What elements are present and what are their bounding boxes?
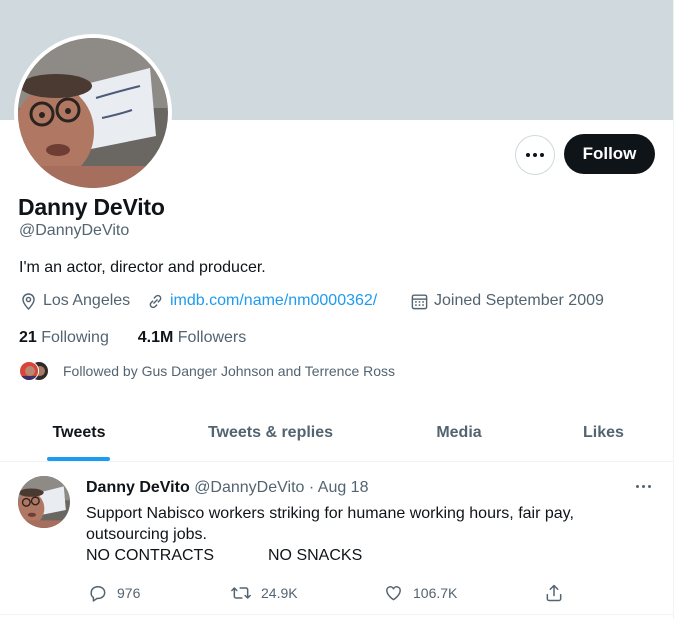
retweet-button[interactable]: 24.9K bbox=[230, 582, 298, 604]
profile-website: imdb.com/name/nm0000362/ bbox=[146, 291, 377, 311]
following-label: Following bbox=[41, 329, 109, 346]
tweet-text-line: NO SNACKS bbox=[268, 547, 363, 564]
tweet-card[interactable]: Danny DeVito @DannyDeVito · Aug 18 Suppo… bbox=[0, 462, 673, 615]
reply-button[interactable]: 976 bbox=[88, 582, 140, 604]
more-dots-icon bbox=[526, 153, 530, 157]
more-options-button[interactable] bbox=[515, 135, 555, 175]
followers-label: Followers bbox=[177, 329, 247, 346]
more-dots-icon bbox=[636, 485, 639, 488]
location-text: Los Angeles bbox=[43, 292, 131, 309]
followers-count: 4.1M bbox=[137, 329, 174, 346]
tweet-date[interactable]: Aug 18 bbox=[318, 479, 369, 496]
calendar-icon bbox=[411, 293, 428, 309]
profile-tabs: Tweets Tweets & replies Media Likes bbox=[0, 404, 673, 462]
active-tab-indicator bbox=[47, 457, 110, 461]
tweet-more-button[interactable] bbox=[636, 485, 651, 488]
column-divider bbox=[673, 0, 674, 619]
tweet-author-avatar[interactable] bbox=[18, 476, 70, 528]
map-pin-icon bbox=[22, 292, 35, 310]
profile-location: Los Angeles bbox=[19, 291, 130, 311]
heart-icon bbox=[386, 586, 401, 601]
profile-handle: @DannyDeVito bbox=[19, 222, 130, 239]
share-button[interactable] bbox=[544, 582, 573, 604]
link-icon bbox=[149, 294, 162, 308]
like-button[interactable]: 106.7K bbox=[383, 582, 457, 604]
followers-link[interactable]: 4.1M Followers bbox=[138, 329, 247, 346]
profile-avatar[interactable] bbox=[18, 38, 168, 188]
tweet-author-handle[interactable]: @DannyDeVito bbox=[194, 479, 304, 496]
follow-button[interactable]: Follow bbox=[564, 134, 655, 174]
profile-bio: I'm an actor, director and producer. bbox=[19, 259, 266, 276]
profile-name: Danny DeVito bbox=[18, 194, 165, 220]
tweet-header: Danny DeVito @DannyDeVito · Aug 18 bbox=[86, 479, 368, 497]
tweet-separator: · bbox=[308, 479, 315, 496]
avatar bbox=[19, 361, 39, 381]
tab-media[interactable]: Media bbox=[415, 404, 503, 461]
reply-icon bbox=[90, 586, 106, 602]
tweet-author-name[interactable]: Danny DeVito bbox=[86, 479, 190, 496]
following-count: 21 bbox=[19, 329, 37, 346]
tab-likes[interactable]: Likes bbox=[565, 404, 642, 461]
tweet-text-line: NO CONTRACTS bbox=[86, 547, 214, 564]
share-icon bbox=[546, 584, 562, 602]
follow-stats: 21 Following 4.1M Followers bbox=[19, 329, 246, 347]
retweet-count: 24.9K bbox=[261, 585, 298, 601]
joined-text: Joined September 2009 bbox=[434, 292, 604, 309]
tab-tweets-replies[interactable]: Tweets & replies bbox=[193, 404, 348, 461]
website-link[interactable]: imdb.com/name/nm0000362/ bbox=[170, 292, 377, 310]
followed-by-avatars[interactable] bbox=[19, 361, 53, 383]
reply-count: 976 bbox=[117, 585, 141, 601]
followed-by-text[interactable]: Followed by Gus Danger Johnson and Terre… bbox=[63, 363, 395, 379]
following-link[interactable]: 21 Following bbox=[19, 329, 109, 346]
retweet-icon bbox=[231, 587, 251, 599]
like-count: 106.7K bbox=[413, 585, 458, 601]
profile-joined: Joined September 2009 bbox=[410, 291, 604, 311]
tweet-text: Support Nabisco workers striking for hum… bbox=[86, 505, 574, 543]
tab-tweets[interactable]: Tweets bbox=[32, 404, 126, 461]
